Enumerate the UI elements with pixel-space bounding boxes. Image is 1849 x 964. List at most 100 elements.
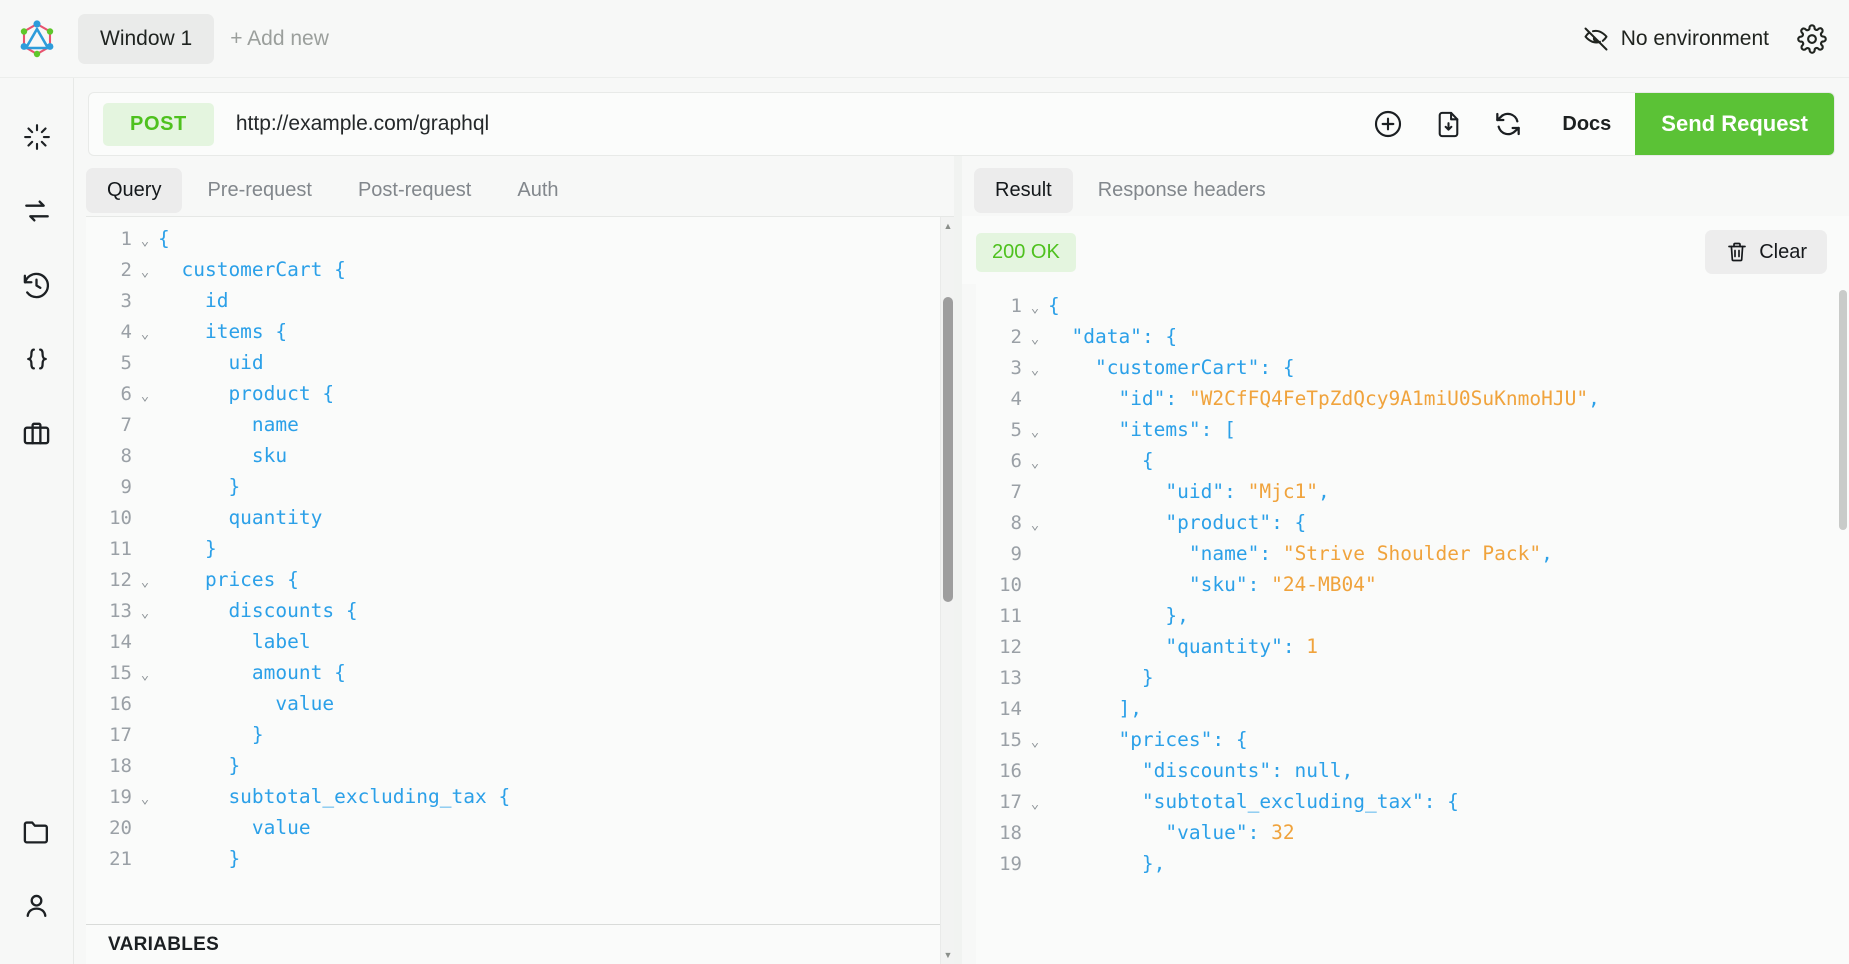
briefcase-icon (21, 418, 52, 449)
query-line-text: } (158, 719, 264, 750)
scroll-down-arrow[interactable]: ▼ (941, 948, 955, 962)
result-line-text: "quantity": 1 (1048, 631, 1318, 662)
environment-label: No environment (1621, 27, 1769, 51)
fold-chevron-icon[interactable]: ⌄ (132, 567, 158, 598)
result-line: 2⌄ "data": { (976, 321, 1849, 352)
http-method-badge[interactable]: POST (103, 103, 214, 146)
line-number: 17 (976, 787, 1022, 818)
pane-resize-handle[interactable] (954, 156, 962, 964)
result-line-text: "sku": "24-MB04" (1048, 569, 1377, 600)
fold-chevron-icon[interactable]: ⌄ (1022, 417, 1048, 448)
query-line-text: prices { (158, 564, 299, 595)
result-line: 14 ], (976, 693, 1849, 724)
tab-post-request[interactable]: Post-request (337, 168, 492, 213)
clear-result-button[interactable]: Clear (1705, 230, 1827, 274)
query-line: 4⌄ items { (86, 316, 954, 347)
query-line-text: customerCart { (158, 254, 346, 285)
body: POST (0, 78, 1849, 964)
plus-circle-icon (1372, 108, 1404, 140)
tab-pre-request[interactable]: Pre-request (186, 168, 333, 213)
result-scrollbar[interactable] (1837, 284, 1849, 964)
line-number: 11 (86, 534, 132, 565)
fold-chevron-icon[interactable]: ⌄ (132, 319, 158, 350)
sidebar-item-sparkle[interactable] (0, 100, 74, 174)
query-line: 19⌄ subtotal_excluding_tax { (86, 781, 954, 812)
line-number: 15 (86, 658, 132, 689)
result-panel: Result Response headers 200 OK (962, 156, 1849, 964)
tab-auth[interactable]: Auth (496, 168, 579, 213)
result-code-area[interactable]: 1⌄{2⌄ "data": {3⌄ "customerCart": {4 "id… (976, 284, 1849, 879)
query-editor[interactable]: 1⌄{2⌄ customerCart {3 id4⌄ items {5 uid6… (86, 216, 954, 964)
line-number: 8 (976, 508, 1022, 539)
fold-chevron-icon[interactable]: ⌄ (1022, 324, 1048, 355)
add-request-button[interactable] (1358, 92, 1418, 156)
query-scrollbar-thumb[interactable] (943, 297, 953, 602)
request-url-input[interactable] (214, 112, 1359, 136)
result-line-text: }, (1048, 848, 1165, 879)
environment-selector[interactable]: No environment (1582, 25, 1769, 53)
send-request-button[interactable]: Send Request (1635, 92, 1834, 156)
curly-braces-icon (22, 344, 52, 374)
graphql-logo-icon (17, 19, 57, 59)
fold-chevron-icon[interactable]: ⌄ (132, 598, 158, 629)
sidebar-item-collections[interactable] (0, 396, 74, 470)
sidebar-item-swap[interactable] (0, 174, 74, 248)
fold-chevron-icon[interactable]: ⌄ (1022, 355, 1048, 386)
query-code-area[interactable]: 1⌄{2⌄ customerCart {3 id4⌄ items {5 uid6… (86, 217, 954, 924)
query-line: 21 } (86, 843, 954, 874)
variables-section-header[interactable]: VARIABLES (86, 924, 954, 964)
query-line: 17 } (86, 719, 954, 750)
line-number: 4 (976, 384, 1022, 415)
fold-chevron-icon[interactable]: ⌄ (1022, 510, 1048, 541)
line-number: 4 (86, 317, 132, 348)
fold-chevron-icon[interactable]: ⌄ (1022, 727, 1048, 758)
docs-button[interactable]: Docs (1538, 92, 1635, 156)
import-file-button[interactable] (1418, 92, 1478, 156)
query-line: 12⌄ prices { (86, 564, 954, 595)
line-number: 6 (976, 446, 1022, 477)
result-line-text: "data": { (1048, 321, 1177, 352)
top-bar-right: No environment (1582, 24, 1849, 54)
scroll-up-arrow[interactable]: ▲ (941, 219, 955, 233)
query-scrollbar[interactable]: ▲ ▼ (940, 217, 954, 964)
query-line-text: } (158, 750, 240, 781)
fold-chevron-icon[interactable]: ⌄ (132, 784, 158, 815)
sidebar-item-variables[interactable] (0, 322, 74, 396)
tab-query[interactable]: Query (86, 168, 182, 213)
sidebar-item-files[interactable] (0, 794, 74, 868)
tab-result[interactable]: Result (974, 168, 1073, 213)
query-line-text: } (158, 471, 240, 502)
fold-chevron-icon[interactable]: ⌄ (1022, 789, 1048, 820)
tab-response-headers[interactable]: Response headers (1077, 168, 1287, 213)
result-viewer[interactable]: 1⌄{2⌄ "data": {3⌄ "customerCart": {4 "id… (976, 284, 1849, 964)
result-line: 9 "name": "Strive Shoulder Pack", (976, 538, 1849, 569)
fold-chevron-icon[interactable]: ⌄ (132, 226, 158, 257)
result-line: 18 "value": 32 (976, 817, 1849, 848)
add-new-window-button[interactable]: + Add new (214, 14, 345, 64)
sidebar-item-history[interactable] (0, 248, 74, 322)
query-line: 15⌄ amount { (86, 657, 954, 688)
line-number: 18 (976, 818, 1022, 849)
line-number: 7 (86, 410, 132, 441)
line-number: 16 (976, 756, 1022, 787)
line-number: 5 (86, 348, 132, 379)
line-number: 21 (86, 844, 132, 875)
sidebar-item-account[interactable] (0, 868, 74, 942)
fold-chevron-icon[interactable]: ⌄ (1022, 293, 1048, 324)
line-number: 20 (86, 813, 132, 844)
request-bar-wrap: POST (74, 78, 1849, 156)
result-line: 5⌄ "items": [ (976, 414, 1849, 445)
fold-chevron-icon[interactable]: ⌄ (132, 381, 158, 412)
query-line-text: uid (158, 347, 264, 378)
query-line-text: subtotal_excluding_tax { (158, 781, 510, 812)
fold-chevron-icon[interactable]: ⌄ (132, 660, 158, 691)
reload-docs-button[interactable] (1478, 92, 1538, 156)
fold-chevron-icon[interactable]: ⌄ (1022, 448, 1048, 479)
fold-chevron-icon[interactable]: ⌄ (132, 257, 158, 288)
settings-button[interactable] (1797, 24, 1827, 54)
query-line: 6⌄ product { (86, 378, 954, 409)
window-tab-1[interactable]: Window 1 (78, 14, 214, 64)
result-scrollbar-thumb[interactable] (1839, 290, 1847, 530)
result-line: 3⌄ "customerCart": { (976, 352, 1849, 383)
panes: Query Pre-request Post-request Auth 1⌄{2… (74, 156, 1849, 964)
